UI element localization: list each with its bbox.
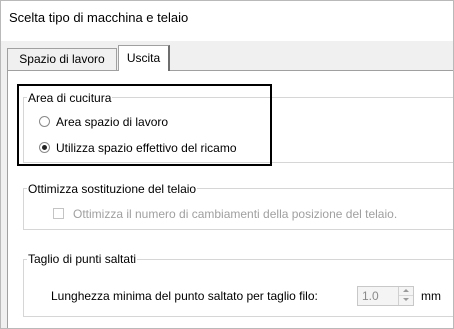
min-jump-length-value[interactable]: 1.0 [362, 289, 379, 303]
spin-down-button[interactable] [399, 296, 413, 305]
hoop-optimize-checkbox-label[interactable]: Ottimizza il numero di cambiamenti della… [73, 207, 397, 221]
min-jump-length-spinner[interactable]: 1.0 [357, 286, 414, 306]
min-jump-length-label: Lunghezza minima del punto saltato per t… [51, 289, 318, 303]
spinner-buttons [398, 287, 413, 305]
arrow-down-icon [403, 298, 409, 301]
tab-output[interactable]: Uscita [118, 45, 170, 71]
spin-up-button[interactable] [399, 287, 413, 296]
highlight-frame [17, 84, 272, 166]
dialog-title: Scelta tipo di macchina e telaio [9, 10, 189, 25]
tab-workspace[interactable]: Spazio di lavoro [7, 48, 117, 70]
jump-trim-label: Taglio di punti saltati [27, 252, 138, 266]
hoop-optimize-label: Ottimizza sostituzione del telaio [27, 182, 198, 196]
arrow-up-icon [403, 289, 409, 292]
unit-label: mm [421, 289, 441, 303]
hoop-optimize-checkbox[interactable] [53, 208, 64, 219]
machine-hoop-dialog: Scelta tipo di macchina e telaio Spazio … [0, 0, 454, 329]
